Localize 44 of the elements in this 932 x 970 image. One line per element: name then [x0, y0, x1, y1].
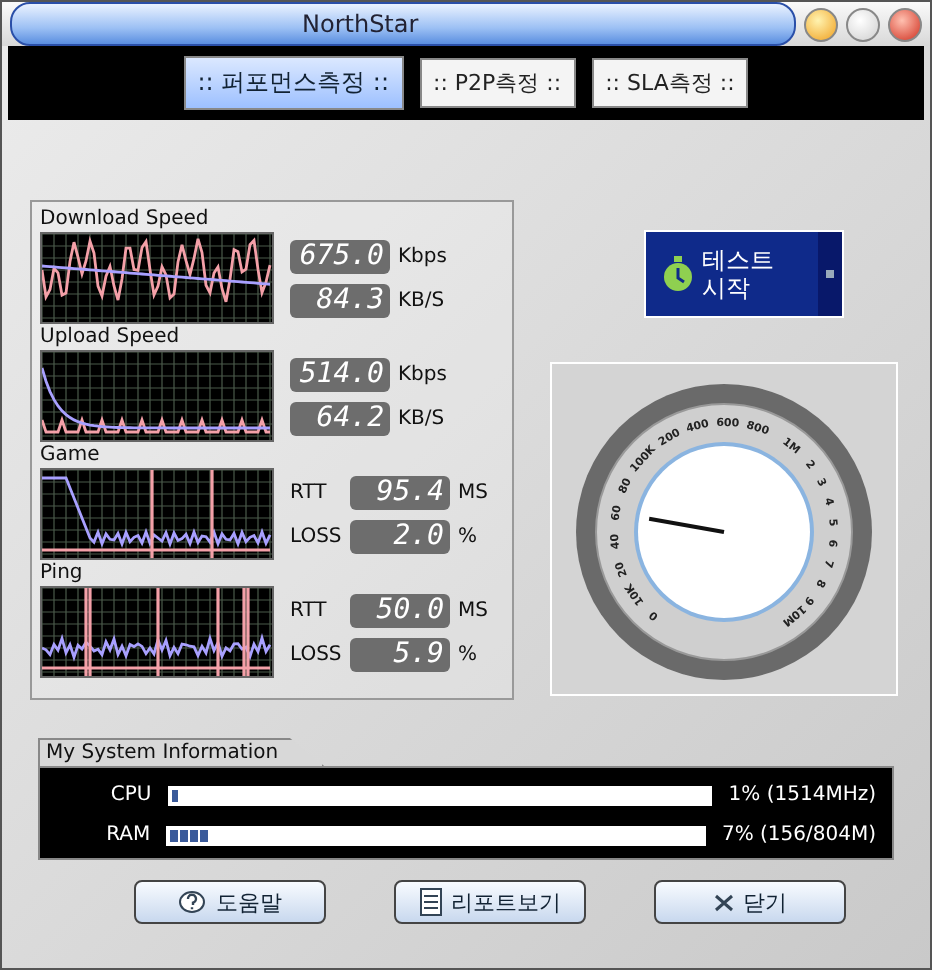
digital-display: 2.0: [350, 519, 450, 553]
action-button[interactable]: 리포트보기: [394, 880, 586, 924]
tab[interactable]: :: SLA측정 ::: [591, 58, 749, 108]
unit-label: MS: [458, 599, 488, 621]
start-test-button[interactable]: 테스트 시작: [644, 230, 844, 318]
action-button[interactable]: 도움말: [134, 880, 326, 924]
monitor-title: Ping: [40, 562, 85, 586]
usage-reading: 7% (156/804M): [721, 824, 876, 846]
window-title: NorthStar: [302, 10, 419, 38]
document-icon: [419, 888, 441, 916]
close-icon: [713, 893, 733, 911]
unit-label: %: [458, 643, 478, 665]
reading-label: RTT: [290, 599, 329, 621]
reading-label: LOSS: [290, 525, 342, 547]
unit-label: Kbps: [398, 245, 447, 267]
unit-label: KB/S: [398, 407, 445, 429]
digital-display: 514.0: [290, 357, 390, 391]
resource-label: RAM: [104, 824, 151, 846]
monitor-title: Download Speed: [40, 208, 211, 232]
reading-label: LOSS: [290, 643, 342, 665]
needle: [648, 516, 725, 534]
tab[interactable]: :: P2P측정 ::: [419, 58, 576, 108]
reading-label: RTT: [290, 481, 329, 503]
unit-label: KB/S: [398, 289, 445, 311]
minimize-button[interactable]: [804, 7, 838, 41]
usage-reading: 1% (1514MHz): [728, 784, 876, 806]
unit-label: Kbps: [398, 363, 447, 385]
stopwatch-icon: [662, 256, 694, 292]
close-button[interactable]: [888, 7, 922, 41]
digital-display: 95.4: [350, 475, 450, 509]
action-button[interactable]: 닫기: [654, 880, 846, 924]
digital-display: 50.0: [350, 593, 450, 627]
digital-display: 64.2: [290, 401, 390, 435]
monitor-title: Upload Speed: [40, 326, 182, 350]
digital-display: 84.3: [290, 283, 390, 317]
monitor-title: Game: [40, 444, 102, 468]
digital-display: 5.9: [350, 637, 450, 671]
tab[interactable]: :: 퍼포먼스측정 ::: [183, 56, 403, 110]
maximize-button[interactable]: [846, 7, 880, 41]
unit-label: %: [458, 525, 478, 547]
unit-label: MS: [458, 481, 488, 503]
digital-display: 675.0: [290, 239, 390, 273]
help-icon: [178, 889, 206, 915]
resource-label: CPU: [108, 784, 152, 806]
